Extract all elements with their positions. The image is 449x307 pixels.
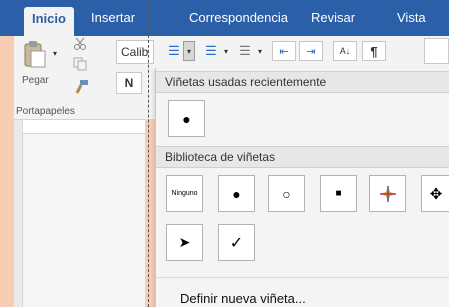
bullet-none[interactable]: Ninguno	[166, 175, 203, 212]
bullet-four-diamond[interactable]: ✥	[421, 175, 449, 212]
recent-bullets-header: Viñetas usadas recientemente	[156, 71, 449, 93]
bullet-disc[interactable]: ●	[218, 175, 255, 212]
decrease-indent-button[interactable]: ⇤	[272, 41, 296, 61]
recent-bullet-disc[interactable]: ●	[168, 100, 205, 137]
multilevel-list-button[interactable]: ☰	[234, 41, 256, 61]
sort-icon[interactable]: A↓	[333, 41, 357, 61]
bold-button[interactable]: N	[116, 72, 142, 94]
pilcrow-icon[interactable]: ¶	[362, 41, 386, 61]
styles-gallery[interactable]	[424, 38, 449, 64]
multilevel-dropdown-chevron-icon[interactable]: ▾	[255, 41, 265, 61]
paste-label: Pegar	[22, 75, 49, 86]
tab-revisar[interactable]: Revisar	[311, 0, 355, 36]
dashed-divider	[148, 0, 149, 307]
bullet-arrowhead[interactable]: ➤	[166, 224, 203, 261]
clipboard-icon	[24, 41, 46, 68]
bullets-dropdown-chevron-icon[interactable]: ▾	[183, 41, 195, 61]
define-new-bullet-item[interactable]: Definir nueva viñeta...	[180, 291, 306, 306]
bullet-circle[interactable]: ○	[268, 175, 305, 212]
numbering-dropdown-chevron-icon[interactable]: ▾	[221, 41, 231, 61]
library-header: Biblioteca de viñetas	[156, 146, 449, 168]
bullets-button[interactable]: ☰	[164, 41, 184, 61]
increase-indent-button[interactable]: ⇥	[299, 41, 323, 61]
vertical-ruler	[14, 120, 23, 307]
tab-correspondencia[interactable]: Correspondencia	[189, 0, 288, 36]
ribbon-tab-bar: Inicio Insertar Correspondencia Revisar …	[0, 0, 449, 36]
multicolor-star-icon	[379, 185, 396, 202]
tab-inicio[interactable]: Inicio	[24, 7, 74, 36]
clipboard-group-label: Portapapeles	[16, 106, 75, 117]
menu-separator	[156, 277, 449, 278]
bullet-multicolor-star[interactable]	[369, 175, 406, 212]
paste-options-chevron-icon[interactable]: ▾	[50, 48, 60, 58]
bullet-library-dropdown: Viñetas usadas recientemente ● Bibliotec…	[155, 68, 449, 307]
paste-button[interactable]	[20, 38, 50, 70]
horizontal-ruler	[23, 120, 145, 134]
format-painter-icon[interactable]	[72, 78, 90, 96]
copy-icon[interactable]	[72, 56, 88, 72]
bullet-square[interactable]: ■	[320, 175, 357, 212]
numbering-button[interactable]: ☰	[200, 41, 222, 61]
tab-vista[interactable]: Vista	[397, 0, 426, 36]
tab-insertar[interactable]: Insertar	[91, 0, 135, 36]
bullet-checkmark[interactable]: ✓	[218, 224, 255, 261]
cut-icon[interactable]	[72, 36, 88, 52]
document-area[interactable]	[14, 120, 145, 307]
